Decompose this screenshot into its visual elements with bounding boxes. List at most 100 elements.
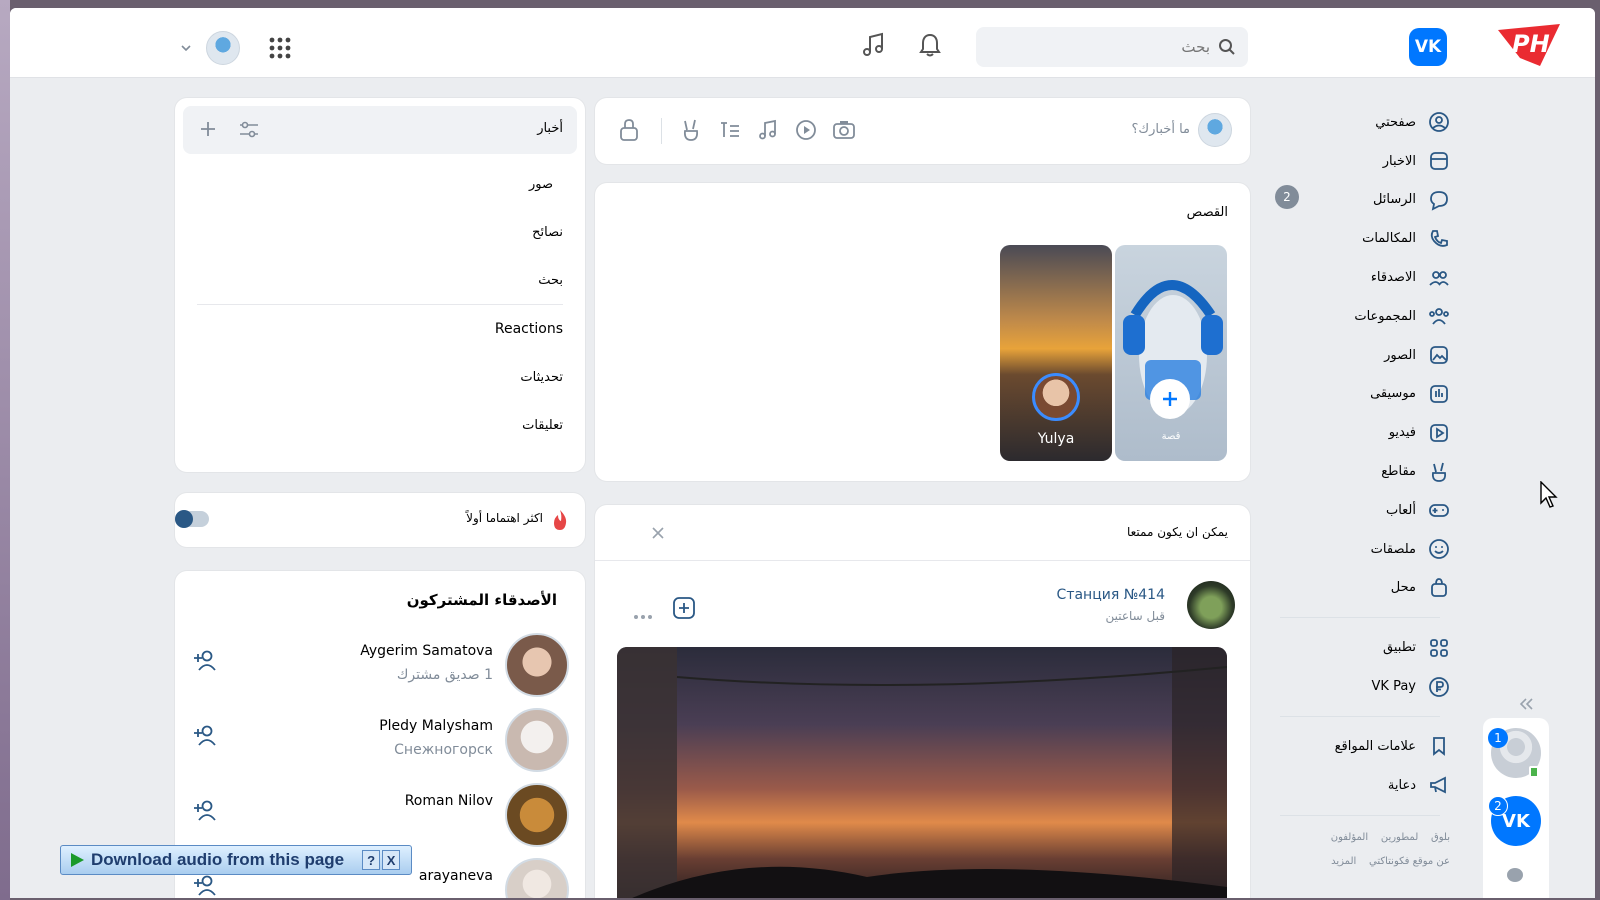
- composer-avatar: [1198, 113, 1232, 147]
- mutual-friend-row[interactable]: Pledy Malysham Снежногорск: [175, 702, 585, 776]
- user-circle-icon: [1428, 111, 1450, 133]
- interesting-first-label: اكثر اهتماما أولاً: [466, 511, 543, 525]
- music-icon: [1428, 383, 1450, 405]
- music-icon[interactable]: [858, 30, 888, 60]
- footer-link[interactable]: بلوق: [1431, 832, 1450, 843]
- composer-input[interactable]: ما أخبارك؟: [1132, 122, 1190, 137]
- filter-title: أخبار: [537, 121, 563, 136]
- footer-links: بلوق لمطورين المؤلفون عن موقع فكونتاكتي …: [1280, 826, 1450, 874]
- nav-item[interactable]: مقاطع: [1280, 452, 1450, 491]
- nav-item[interactable]: دعاية: [1280, 766, 1450, 805]
- download-audio-bar[interactable]: Download audio from this page ? X: [60, 845, 412, 875]
- nav-item[interactable]: الرسائل: [1280, 181, 1450, 220]
- help-button[interactable]: ?: [362, 850, 381, 870]
- friend-avatar[interactable]: [505, 708, 569, 772]
- download-audio-label[interactable]: Download audio from this page: [91, 850, 344, 870]
- sunset-photo: [617, 647, 1227, 898]
- close-button[interactable]: X: [382, 850, 401, 870]
- add-story-icon[interactable]: [1150, 379, 1190, 419]
- add-friend-icon[interactable]: [193, 799, 221, 827]
- collapse-icon[interactable]: [1518, 696, 1534, 715]
- footer-link[interactable]: عن موقع فكونتاكتي: [1369, 856, 1450, 867]
- friend-avatar[interactable]: [505, 858, 569, 898]
- filter-item-photos[interactable]: صور: [175, 160, 585, 208]
- subscribe-icon[interactable]: [673, 597, 695, 623]
- dock-badge: 1: [1488, 728, 1508, 748]
- footer-link[interactable]: لمطورين: [1381, 832, 1418, 843]
- nav-item[interactable]: علامات المواقع: [1280, 727, 1450, 766]
- nav-item-label: تطبيق: [1383, 640, 1416, 656]
- article-icon[interactable]: [719, 120, 741, 144]
- left-navigation: صفحتي الاخبار الرسائل المكالمات الاصدقاء المج…: [1280, 103, 1450, 874]
- camera-icon[interactable]: [833, 120, 855, 144]
- nav-item[interactable]: المجموعات: [1280, 297, 1450, 336]
- filter-settings-icon[interactable]: [239, 121, 259, 143]
- chat-icon[interactable]: [1507, 868, 1523, 882]
- nav-item[interactable]: فيديو: [1280, 413, 1450, 452]
- search-icon: [1218, 38, 1236, 56]
- lock-icon[interactable]: [619, 118, 639, 146]
- clip-icon[interactable]: [681, 118, 701, 146]
- post-composer: ما أخبارك؟: [595, 98, 1250, 164]
- friend-name[interactable]: Roman Nilov: [405, 793, 493, 809]
- friend-name[interactable]: Aygerim Samatova: [360, 643, 493, 659]
- nav-item[interactable]: الصور: [1280, 336, 1450, 375]
- profile-avatar[interactable]: [206, 31, 240, 65]
- friend-avatar[interactable]: [505, 633, 569, 697]
- close-icon[interactable]: [651, 525, 665, 544]
- friend-name[interactable]: Pledy Malysham: [379, 718, 493, 734]
- nav-item[interactable]: VK Pay: [1280, 667, 1450, 706]
- photo-icon: [1428, 344, 1450, 366]
- post-image[interactable]: [617, 647, 1227, 898]
- friend-name[interactable]: arayaneva: [419, 868, 493, 884]
- nav-item[interactable]: ألعاب: [1280, 491, 1450, 530]
- nav-item[interactable]: الاخبار: [1280, 142, 1450, 181]
- filter-item-reactions[interactable]: Reactions: [175, 305, 585, 353]
- footer-link[interactable]: المؤلفون: [1331, 832, 1368, 843]
- desktop-edge: [0, 0, 10, 900]
- post-author-avatar[interactable]: [1187, 581, 1235, 629]
- suggestion-title: يمكن ان يكون ممتعا: [1126, 525, 1228, 539]
- friend-avatar[interactable]: [505, 783, 569, 847]
- nav-divider: [1280, 715, 1440, 717]
- nav-item[interactable]: صفحتي: [1280, 103, 1450, 142]
- story-create[interactable]: قصة: [1115, 245, 1227, 461]
- add-friend-icon[interactable]: [193, 874, 221, 898]
- filter-header[interactable]: أخبار: [183, 106, 577, 154]
- news-icon: [1428, 150, 1450, 172]
- interesting-first-toggle[interactable]: [175, 510, 209, 528]
- video-play-icon[interactable]: [795, 119, 817, 145]
- apps-icon: [1428, 637, 1450, 659]
- chevron-down-icon[interactable]: [180, 42, 192, 54]
- toggle-knob: [175, 510, 193, 528]
- add-filter-icon[interactable]: [199, 120, 217, 142]
- nav-item[interactable]: محل: [1280, 569, 1450, 608]
- add-friend-icon[interactable]: [193, 649, 221, 677]
- vk-logo[interactable]: VK: [1409, 28, 1447, 66]
- nav-item[interactable]: الاصدقاء: [1280, 258, 1450, 297]
- music-note-icon[interactable]: [757, 119, 779, 145]
- dock-panel: 1 VK 2: [1483, 718, 1549, 898]
- nav-item[interactable]: موسيقى: [1280, 375, 1450, 414]
- story-avatar: [1032, 373, 1080, 421]
- footer-link[interactable]: المزيد: [1331, 856, 1356, 867]
- post-author-name[interactable]: Станция №414: [1057, 587, 1165, 603]
- filter-item-tips[interactable]: نصائح: [175, 208, 585, 256]
- filter-item-updates[interactable]: تحديثات: [175, 353, 585, 401]
- filter-item-search[interactable]: بحث: [175, 256, 585, 304]
- nav-item[interactable]: ملصقات: [1280, 530, 1450, 569]
- apps-grid-icon[interactable]: [268, 36, 292, 60]
- mutual-friend-row[interactable]: Aygerim Samatova 1 صديق مشترك: [175, 627, 585, 701]
- search-box[interactable]: [976, 27, 1248, 67]
- notifications-icon[interactable]: [915, 30, 945, 60]
- story-user[interactable]: Yulya: [1000, 245, 1112, 461]
- more-icon[interactable]: [633, 605, 653, 624]
- search-input[interactable]: [1000, 38, 1210, 56]
- message-icon: [1428, 189, 1450, 211]
- dock-badge: 2: [1488, 796, 1508, 816]
- filter-item-comments[interactable]: تعليقات: [175, 401, 585, 449]
- mutual-friend-row[interactable]: Roman Nilov: [175, 777, 585, 851]
- nav-item[interactable]: تطبيق: [1280, 628, 1450, 667]
- add-friend-icon[interactable]: [193, 724, 221, 752]
- nav-item[interactable]: المكالمات: [1280, 219, 1450, 258]
